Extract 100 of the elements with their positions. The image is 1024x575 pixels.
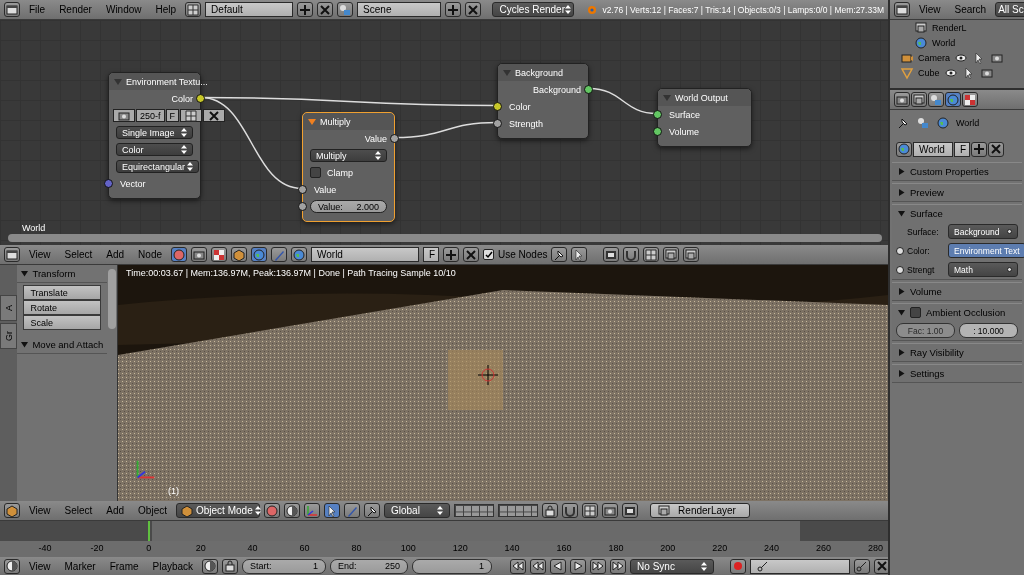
parent-button[interactable] — [571, 247, 588, 262]
input-socket[interactable] — [104, 179, 113, 188]
render-engine-dropdown[interactable]: Cycles Render — [492, 2, 575, 17]
shelf-tab[interactable]: A — [0, 295, 17, 321]
lock-button[interactable] — [542, 503, 558, 518]
menu-item[interactable]: Object — [133, 505, 172, 516]
world-name-field[interactable]: World — [311, 247, 419, 262]
add-button[interactable] — [445, 2, 462, 17]
current-frame-marker[interactable] — [148, 521, 150, 541]
shader-button[interactable] — [171, 247, 187, 262]
tool-button[interactable]: Rotate — [23, 300, 102, 315]
snap-button[interactable] — [623, 247, 640, 262]
scrollbar[interactable] — [108, 269, 116, 329]
link-dropdown[interactable]: Background — [948, 224, 1018, 239]
menu-item[interactable]: Select — [59, 505, 98, 516]
outliner-item[interactable]: Camera — [890, 50, 1024, 65]
filter-dropdown[interactable]: All Sc — [995, 2, 1024, 17]
fake-user-button[interactable]: F — [165, 109, 179, 122]
panel-header[interactable]: Surface — [892, 205, 1022, 222]
layout-field[interactable]: Default — [205, 2, 294, 17]
menu-item[interactable]: Playback — [147, 560, 199, 572]
delete-button[interactable] — [988, 141, 1004, 157]
end-frame-field[interactable]: End: 250 — [330, 558, 409, 574]
output-socket[interactable] — [390, 134, 399, 143]
sync-dropdown[interactable]: No Sync — [630, 558, 715, 574]
open-image-button[interactable] — [180, 109, 202, 122]
paste-button[interactable] — [683, 247, 700, 262]
unlink-button[interactable] — [203, 109, 225, 122]
menu-item[interactable]: Marker — [59, 560, 101, 572]
shading-button[interactable] — [264, 503, 280, 518]
use-nodes-checkbox[interactable] — [483, 249, 494, 260]
render-layer-field[interactable]: RenderLayer — [650, 503, 750, 518]
node-dropdown[interactable]: Single Image — [116, 126, 193, 139]
jump-end-button[interactable] — [610, 558, 627, 574]
editor-type-button[interactable] — [4, 2, 20, 17]
pivot-button[interactable] — [284, 503, 300, 518]
backdrop-button[interactable] — [603, 247, 620, 262]
world-browse-button[interactable] — [896, 141, 912, 157]
delete-keyframe-button[interactable] — [874, 558, 888, 574]
editor-type-button[interactable] — [4, 247, 20, 262]
texture-button[interactable] — [211, 247, 227, 262]
start-frame-field[interactable]: Start: 1 — [242, 558, 327, 574]
panel-header[interactable]: Preview — [892, 184, 1022, 201]
panel-header[interactable]: Volume — [892, 283, 1022, 300]
layer-grid[interactable] — [498, 504, 538, 517]
editor-type-button[interactable] — [894, 2, 910, 17]
preview-range-button[interactable] — [202, 558, 219, 574]
checkbox[interactable] — [310, 167, 321, 178]
image-browse-button[interactable] — [113, 109, 135, 122]
socket-dot[interactable] — [896, 265, 904, 274]
next-keyframe-button[interactable] — [590, 558, 607, 574]
line-style-button[interactable] — [271, 247, 287, 262]
menu-item[interactable]: View — [24, 560, 56, 572]
input-socket[interactable] — [653, 127, 662, 136]
panel-header[interactable]: Ambient Occlusion — [892, 304, 1022, 321]
input-socket[interactable] — [653, 110, 662, 119]
distance-field[interactable]: : 10.000 — [959, 323, 1018, 338]
delete-button[interactable] — [317, 2, 334, 17]
input-socket[interactable] — [493, 102, 502, 111]
menu-item[interactable]: Render — [54, 4, 97, 15]
translate-button[interactable] — [324, 503, 340, 518]
menu-item[interactable]: Frame — [104, 560, 144, 572]
checkbox[interactable] — [910, 307, 921, 318]
context-tab[interactable] — [911, 92, 927, 107]
rotate-button[interactable] — [344, 503, 360, 518]
menu-item[interactable]: Add — [101, 249, 130, 260]
panel-header[interactable]: Custom Properties — [892, 163, 1022, 180]
context-tab[interactable] — [894, 92, 910, 107]
play-button[interactable] — [570, 558, 587, 574]
editor-type-button[interactable] — [4, 558, 20, 574]
scene-field[interactable]: Scene — [357, 2, 442, 17]
previous-keyframe-button[interactable] — [530, 558, 547, 574]
outliner-item[interactable]: RenderL — [890, 20, 1024, 35]
orientation-dropdown[interactable]: Global — [384, 503, 450, 518]
panel-header[interactable]: Ray Visibility — [892, 344, 1022, 361]
input-socket[interactable] — [298, 185, 307, 194]
add-button[interactable] — [443, 247, 459, 262]
snap-button[interactable] — [562, 503, 578, 518]
node-dropdown[interactable]: Equirectangular — [116, 160, 200, 173]
context-tab[interactable] — [945, 92, 961, 107]
scene-button[interactable] — [337, 2, 354, 17]
record-button[interactable] — [730, 558, 747, 574]
fake-user-button[interactable]: F — [954, 141, 970, 157]
keying-set-field[interactable] — [750, 558, 851, 574]
pin-button[interactable] — [551, 247, 568, 262]
scrollbar[interactable] — [8, 234, 882, 242]
scale-button[interactable] — [364, 503, 380, 518]
copy-button[interactable] — [663, 247, 680, 262]
editor-type-button[interactable] — [4, 503, 20, 518]
menu-item[interactable]: View — [24, 249, 56, 260]
layer-grid[interactable] — [454, 504, 494, 517]
mode-dropdown[interactable]: Object Mode — [176, 503, 260, 518]
outliner-item[interactable]: World — [890, 35, 1024, 50]
snap-mode-button[interactable] — [643, 247, 660, 262]
world-button[interactable] — [251, 247, 267, 262]
tool-button[interactable]: Translate — [23, 285, 102, 300]
tool-button[interactable]: Scale — [23, 315, 102, 330]
node-dropdown[interactable]: Color — [116, 143, 193, 156]
menu-item[interactable]: Search — [949, 4, 992, 15]
menu-item[interactable]: Select — [59, 249, 98, 260]
